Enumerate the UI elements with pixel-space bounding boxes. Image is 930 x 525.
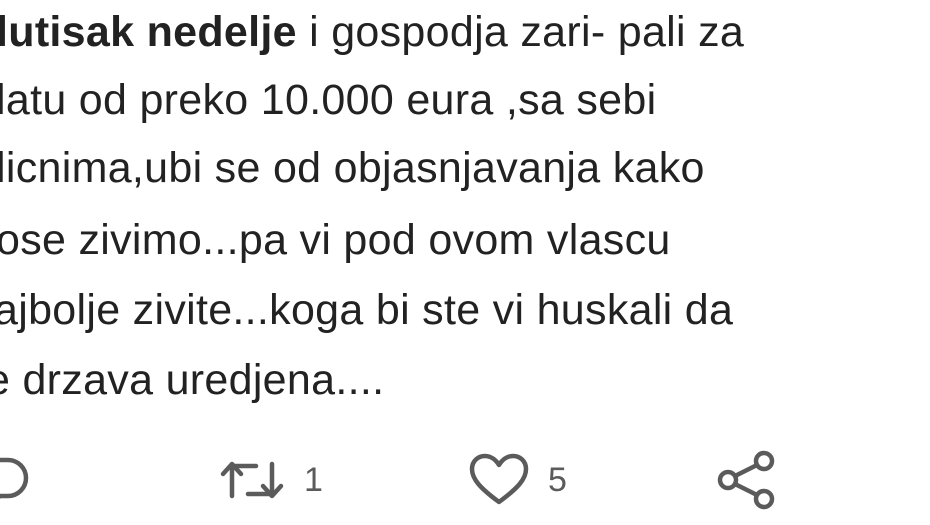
tweet-text-line: lutisak nedelje i gospodja zari- pali za [0, 6, 744, 58]
tweet-text-line: licnima,ubi se od objasnjavanja kako [0, 144, 705, 192]
share-button[interactable] [716, 440, 778, 520]
reply-icon [0, 452, 32, 508]
tweet-card: lutisak nedelje i gospodja zari- pali za… [0, 0, 930, 525]
like-button[interactable]: 5 [468, 440, 567, 520]
tweet-actions-bar: 1 5 [0, 440, 930, 520]
reply-button[interactable] [0, 440, 32, 520]
tweet-text-line: ajbolje zivite...koga bi ste vi huskali … [0, 286, 734, 334]
like-count: 5 [548, 460, 568, 499]
share-icon [716, 450, 778, 510]
retweet-count: 1 [304, 460, 324, 499]
retweet-button[interactable]: 1 [218, 440, 323, 520]
tweet-text-line: e drzava uredjena.... [0, 356, 385, 404]
tweet-text-line: latu od preko 10.000 eura ,sa sebi [0, 76, 657, 124]
heart-icon [468, 452, 530, 508]
tweet-headline: lutisak nedelje [0, 8, 297, 56]
retweet-icon [218, 454, 286, 506]
tweet-text-segment: i gospodja zari- pali za [296, 8, 745, 56]
tweet-text-line: ose zivimo...pa vi pod ovom vlascu [0, 216, 671, 264]
